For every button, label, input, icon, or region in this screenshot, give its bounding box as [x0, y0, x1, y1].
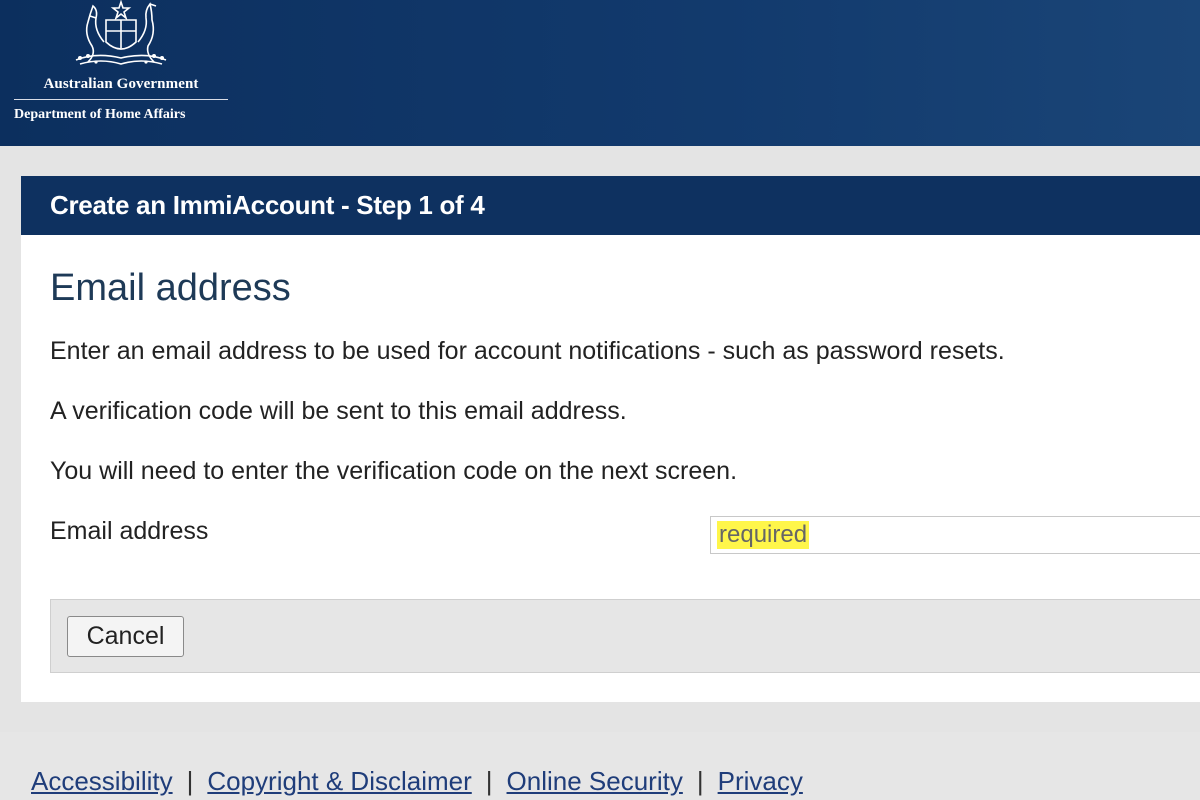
cancel-button[interactable]: Cancel [67, 616, 184, 657]
page-title: Create an ImmiAccount - Step 1 of 4 [50, 190, 485, 220]
header-divider [14, 99, 228, 100]
instruction-next-screen: You will need to enter the verification … [50, 457, 738, 485]
footer-link-privacy[interactable]: Privacy [718, 766, 803, 796]
footer-link-accessibility[interactable]: Accessibility [31, 766, 173, 796]
agency-name: Australian Government [43, 76, 199, 92]
required-hint: required [717, 521, 810, 549]
button-bar: Cancel [50, 599, 1200, 673]
footer-separator: | [485, 766, 493, 796]
instruction-notifications: Enter an email address to be used for ac… [50, 337, 1005, 365]
email-field-label: Email address [50, 517, 209, 545]
department-name: Department of Home Affairs [14, 107, 186, 122]
footer-link-copyright[interactable]: Copyright & Disclaimer [207, 766, 471, 796]
site-footer: Accessibility | Copyright & Disclaimer | Onl… [0, 732, 1200, 800]
footer-link-online-security[interactable]: Online Security [507, 766, 683, 796]
site-header: Australian Government Department of Home… [0, 0, 1200, 146]
create-account-panel: Create an ImmiAccount - Step 1 of 4 Emai… [21, 176, 1200, 702]
footer-separator: | [696, 766, 704, 796]
panel-header: Create an ImmiAccount - Step 1 of 4 [21, 176, 1200, 235]
email-field[interactable]: required [710, 516, 1200, 554]
footer-links: Accessibility | Copyright & Disclaimer | Onl… [31, 766, 803, 797]
instruction-verification: A verification code will be sent to this… [50, 397, 627, 425]
footer-separator: | [186, 766, 194, 796]
coat-of-arms-icon [66, 0, 176, 70]
section-title: Email address [50, 267, 291, 309]
